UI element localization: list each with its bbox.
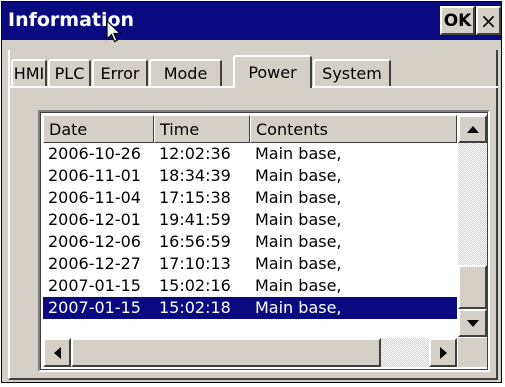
cell-date: 2006-11-01 bbox=[48, 166, 141, 185]
cell-time: 17:10:13 bbox=[159, 254, 231, 273]
list-row[interactable]: 2006-12-27 17:10:13 Main base, bbox=[43, 253, 457, 275]
list-header: Date Time Contents bbox=[43, 115, 457, 143]
cell-time: 18:34:39 bbox=[159, 166, 231, 185]
right-arrow-icon bbox=[439, 346, 447, 359]
cell-time: 15:02:18 bbox=[159, 298, 231, 317]
title-bar[interactable]: Information OK × bbox=[2, 2, 501, 40]
cell-time: 12:02:36 bbox=[159, 144, 231, 163]
cell-contents: Main base, bbox=[255, 188, 342, 207]
cell-date: 2006-12-27 bbox=[48, 254, 141, 273]
ok-button[interactable]: OK bbox=[440, 6, 475, 35]
scroll-left-button[interactable] bbox=[43, 338, 71, 367]
column-header-time[interactable]: Time bbox=[154, 115, 250, 143]
column-header-contents[interactable]: Contents bbox=[250, 115, 457, 143]
vertical-scrollbar[interactable] bbox=[458, 115, 487, 337]
cell-contents: Main base, bbox=[255, 144, 342, 163]
scroll-right-button[interactable] bbox=[429, 338, 457, 367]
horizontal-scrollbar[interactable] bbox=[43, 338, 457, 367]
cell-contents: Main base, bbox=[255, 298, 342, 317]
cell-time: 16:56:59 bbox=[159, 232, 231, 251]
list-row[interactable]: 2006-12-06 16:56:59 Main base, bbox=[43, 231, 457, 253]
cell-time: 19:41:59 bbox=[159, 210, 231, 229]
cell-date: 2007-01-15 bbox=[48, 276, 141, 295]
horizontal-scroll-thumb[interactable] bbox=[71, 338, 381, 367]
cell-date: 2007-01-15 bbox=[48, 298, 141, 317]
list-rows: 2006-10-26 12:02:36 Main base, 2006-11-0… bbox=[43, 143, 457, 319]
cell-date: 2006-12-01 bbox=[48, 210, 141, 229]
list-row[interactable]: 2006-11-04 17:15:38 Main base, bbox=[43, 187, 457, 209]
scrollbar-corner bbox=[458, 338, 487, 367]
vertical-scroll-thumb[interactable] bbox=[458, 265, 487, 309]
power-log-list[interactable]: Date Time Contents 2006-10-26 12:02:36 M… bbox=[38, 110, 490, 372]
cell-contents: Main base, bbox=[255, 210, 342, 229]
cell-contents: Main base, bbox=[255, 166, 342, 185]
down-arrow-icon bbox=[466, 319, 479, 327]
close-button[interactable]: × bbox=[476, 6, 501, 35]
tab-power[interactable]: Power bbox=[233, 55, 312, 88]
cell-contents: Main base, bbox=[255, 254, 342, 273]
list-row-selected[interactable]: 2007-01-15 15:02:18 Main base, bbox=[43, 297, 457, 319]
cell-date: 2006-10-26 bbox=[48, 144, 141, 163]
left-arrow-icon bbox=[53, 346, 61, 359]
cell-date: 2006-11-04 bbox=[48, 188, 141, 207]
list-row[interactable]: 2006-10-26 12:02:36 Main base, bbox=[43, 143, 457, 165]
information-window: Information OK × HMI PLC Error Mode Powe… bbox=[1, 1, 502, 383]
column-header-date[interactable]: Date bbox=[43, 115, 154, 143]
cell-time: 15:02:16 bbox=[159, 276, 231, 295]
list-row[interactable]: 2006-12-01 19:41:59 Main base, bbox=[43, 209, 457, 231]
cell-contents: Main base, bbox=[255, 276, 342, 295]
scroll-up-button[interactable] bbox=[458, 115, 487, 143]
list-row[interactable]: 2006-11-01 18:34:39 Main base, bbox=[43, 165, 457, 187]
up-arrow-icon bbox=[466, 125, 479, 133]
list-row[interactable]: 2007-01-15 15:02:16 Main base, bbox=[43, 275, 457, 297]
scroll-down-button[interactable] bbox=[458, 309, 487, 337]
cell-time: 17:15:38 bbox=[159, 188, 231, 207]
cell-contents: Main base, bbox=[255, 232, 342, 251]
mouse-pointer-icon bbox=[106, 20, 122, 43]
cell-date: 2006-12-06 bbox=[48, 232, 141, 251]
